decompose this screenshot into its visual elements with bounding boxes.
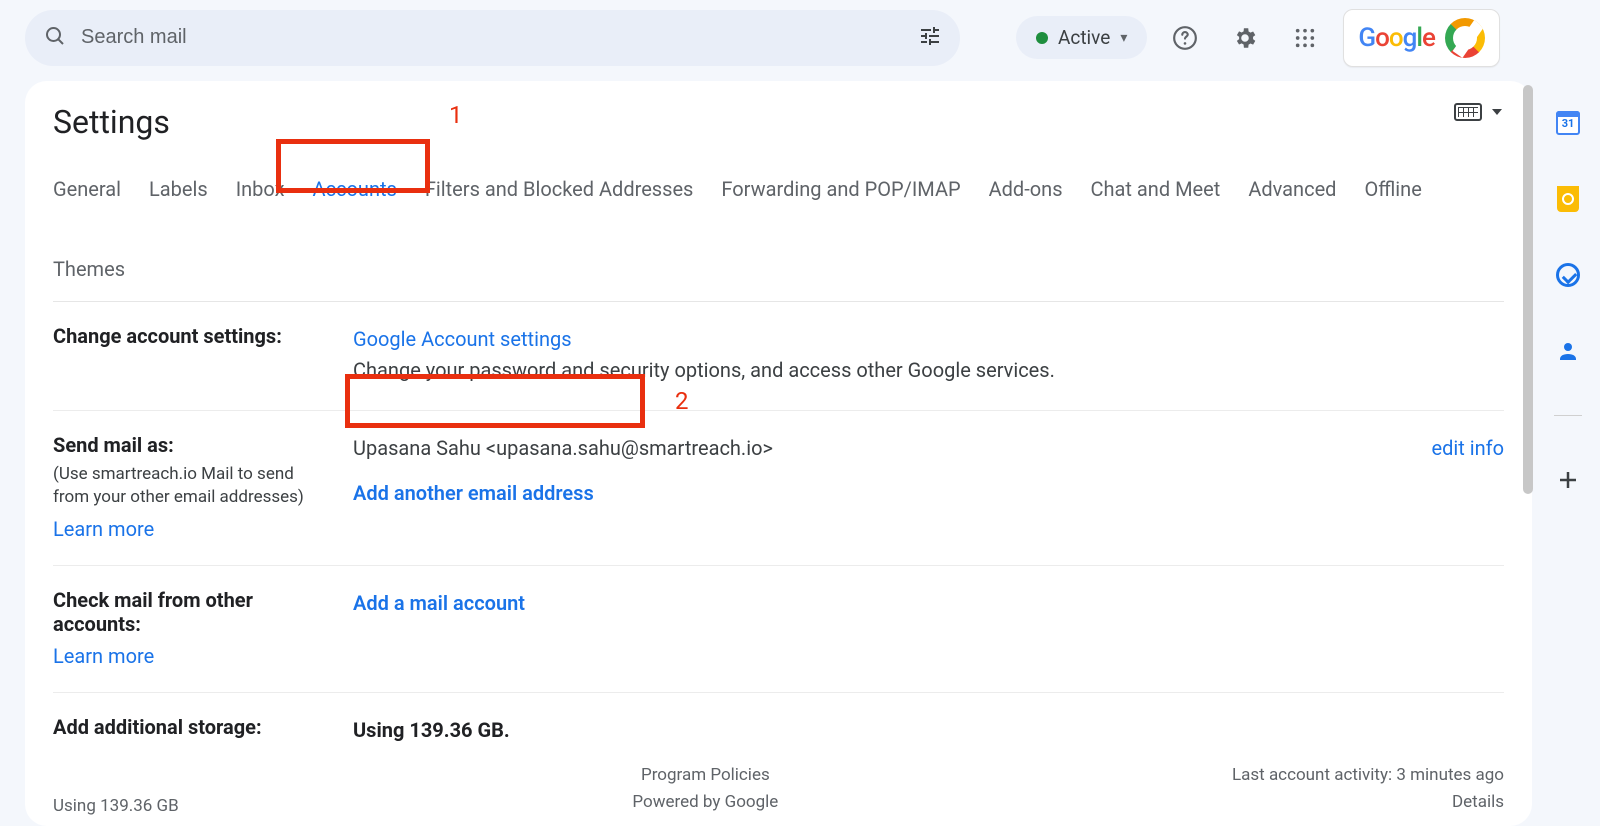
send-as-identity: Upasana Sahu <upasana.sahu@smartreach.io…	[353, 433, 773, 464]
powered-by: Powered by Google	[632, 789, 778, 816]
add-addon-icon[interactable]	[1554, 466, 1582, 494]
tab-themes[interactable]: Themes	[53, 249, 125, 301]
page-title: Settings	[53, 103, 1504, 141]
apps-grid-icon[interactable]	[1283, 16, 1327, 60]
tab-accounts[interactable]: Accounts	[313, 169, 397, 221]
tab-advanced[interactable]: Advanced	[1248, 169, 1336, 221]
section-check-mail: Check mail from other accounts: Learn mo…	[53, 566, 1504, 693]
keyboard-icon	[1454, 103, 1482, 121]
side-divider	[1554, 415, 1582, 416]
top-bar: Active ▾ Google	[0, 0, 1600, 75]
scrollbar[interactable]	[1521, 85, 1535, 766]
calendar-icon[interactable]	[1554, 109, 1582, 137]
settings-tabs: General Labels Inbox Accounts Filters an…	[53, 169, 1504, 302]
program-policies-link[interactable]: Program Policies	[632, 762, 778, 789]
tab-offline[interactable]: Offline	[1364, 169, 1421, 221]
settings-panel: Settings General Labels Inbox Accounts F…	[25, 81, 1532, 826]
status-label: Active	[1058, 26, 1110, 49]
status-dot-icon	[1036, 32, 1048, 44]
footer: Using 139.36 GB Program Policies Powered…	[53, 752, 1504, 816]
tasks-icon[interactable]	[1554, 261, 1582, 289]
section-storage: Add additional storage: Using 139.36 GB.…	[53, 693, 1504, 752]
section-change-account: Change account settings: Google Account …	[53, 302, 1504, 411]
tune-icon[interactable]	[918, 24, 942, 52]
footer-storage[interactable]: Using 139.36 GB	[53, 796, 179, 816]
contacts-icon[interactable]	[1554, 337, 1582, 365]
section-send-mail-as: Send mail as: (Use smartreach.io Mail to…	[53, 411, 1504, 566]
send-mail-as-label: Send mail as:	[53, 433, 174, 457]
check-mail-label: Check mail from other accounts:	[53, 588, 253, 636]
search-icon	[43, 24, 67, 52]
change-account-desc: Change your password and security option…	[353, 358, 1055, 382]
change-account-label: Change account settings:	[53, 324, 282, 348]
keep-icon[interactable]	[1554, 185, 1582, 213]
storage-label: Add additional storage:	[53, 715, 262, 739]
google-logo: Google	[1358, 23, 1435, 53]
tab-general[interactable]: General	[53, 169, 121, 221]
google-account-settings-link[interactable]: Google Account settings	[353, 327, 572, 351]
help-icon[interactable]	[1163, 16, 1207, 60]
tab-inbox[interactable]: Inbox	[236, 169, 285, 221]
send-mail-as-learn-more[interactable]: Learn more	[53, 517, 333, 541]
avatar	[1445, 18, 1485, 58]
account-chip[interactable]: Google	[1343, 9, 1500, 67]
send-mail-as-sub: (Use smartreach.io Mail to send from you…	[53, 463, 333, 509]
tab-labels[interactable]: Labels	[149, 169, 208, 221]
search-input[interactable]	[81, 26, 904, 49]
scroll-thumb[interactable]	[1523, 85, 1533, 494]
add-another-email-link[interactable]: Add another email address	[353, 481, 594, 505]
main-row: Settings General Labels Inbox Accounts F…	[0, 75, 1600, 826]
tab-chat[interactable]: Chat and Meet	[1091, 169, 1221, 221]
tab-forwarding[interactable]: Forwarding and POP/IMAP	[721, 169, 960, 221]
status-pill[interactable]: Active ▾	[1016, 16, 1147, 59]
chevron-down-icon	[1492, 109, 1502, 115]
edit-info-link[interactable]: edit info	[1431, 433, 1504, 464]
side-panel	[1536, 75, 1600, 826]
gear-icon[interactable]	[1223, 16, 1267, 60]
tab-addons[interactable]: Add-ons	[989, 169, 1063, 221]
add-mail-account-link[interactable]: Add a mail account	[353, 591, 525, 615]
storage-using: Using 139.36 GB.	[353, 718, 510, 742]
search-bar[interactable]	[25, 10, 960, 66]
last-activity: Last account activity: 3 minutes ago	[1232, 762, 1504, 789]
tab-filters[interactable]: Filters and Blocked Addresses	[425, 169, 694, 221]
input-type-selector[interactable]	[1454, 103, 1502, 121]
check-mail-learn-more[interactable]: Learn more	[53, 644, 333, 668]
chevron-down-icon: ▾	[1120, 30, 1127, 46]
details-link[interactable]: Details	[1232, 789, 1504, 816]
